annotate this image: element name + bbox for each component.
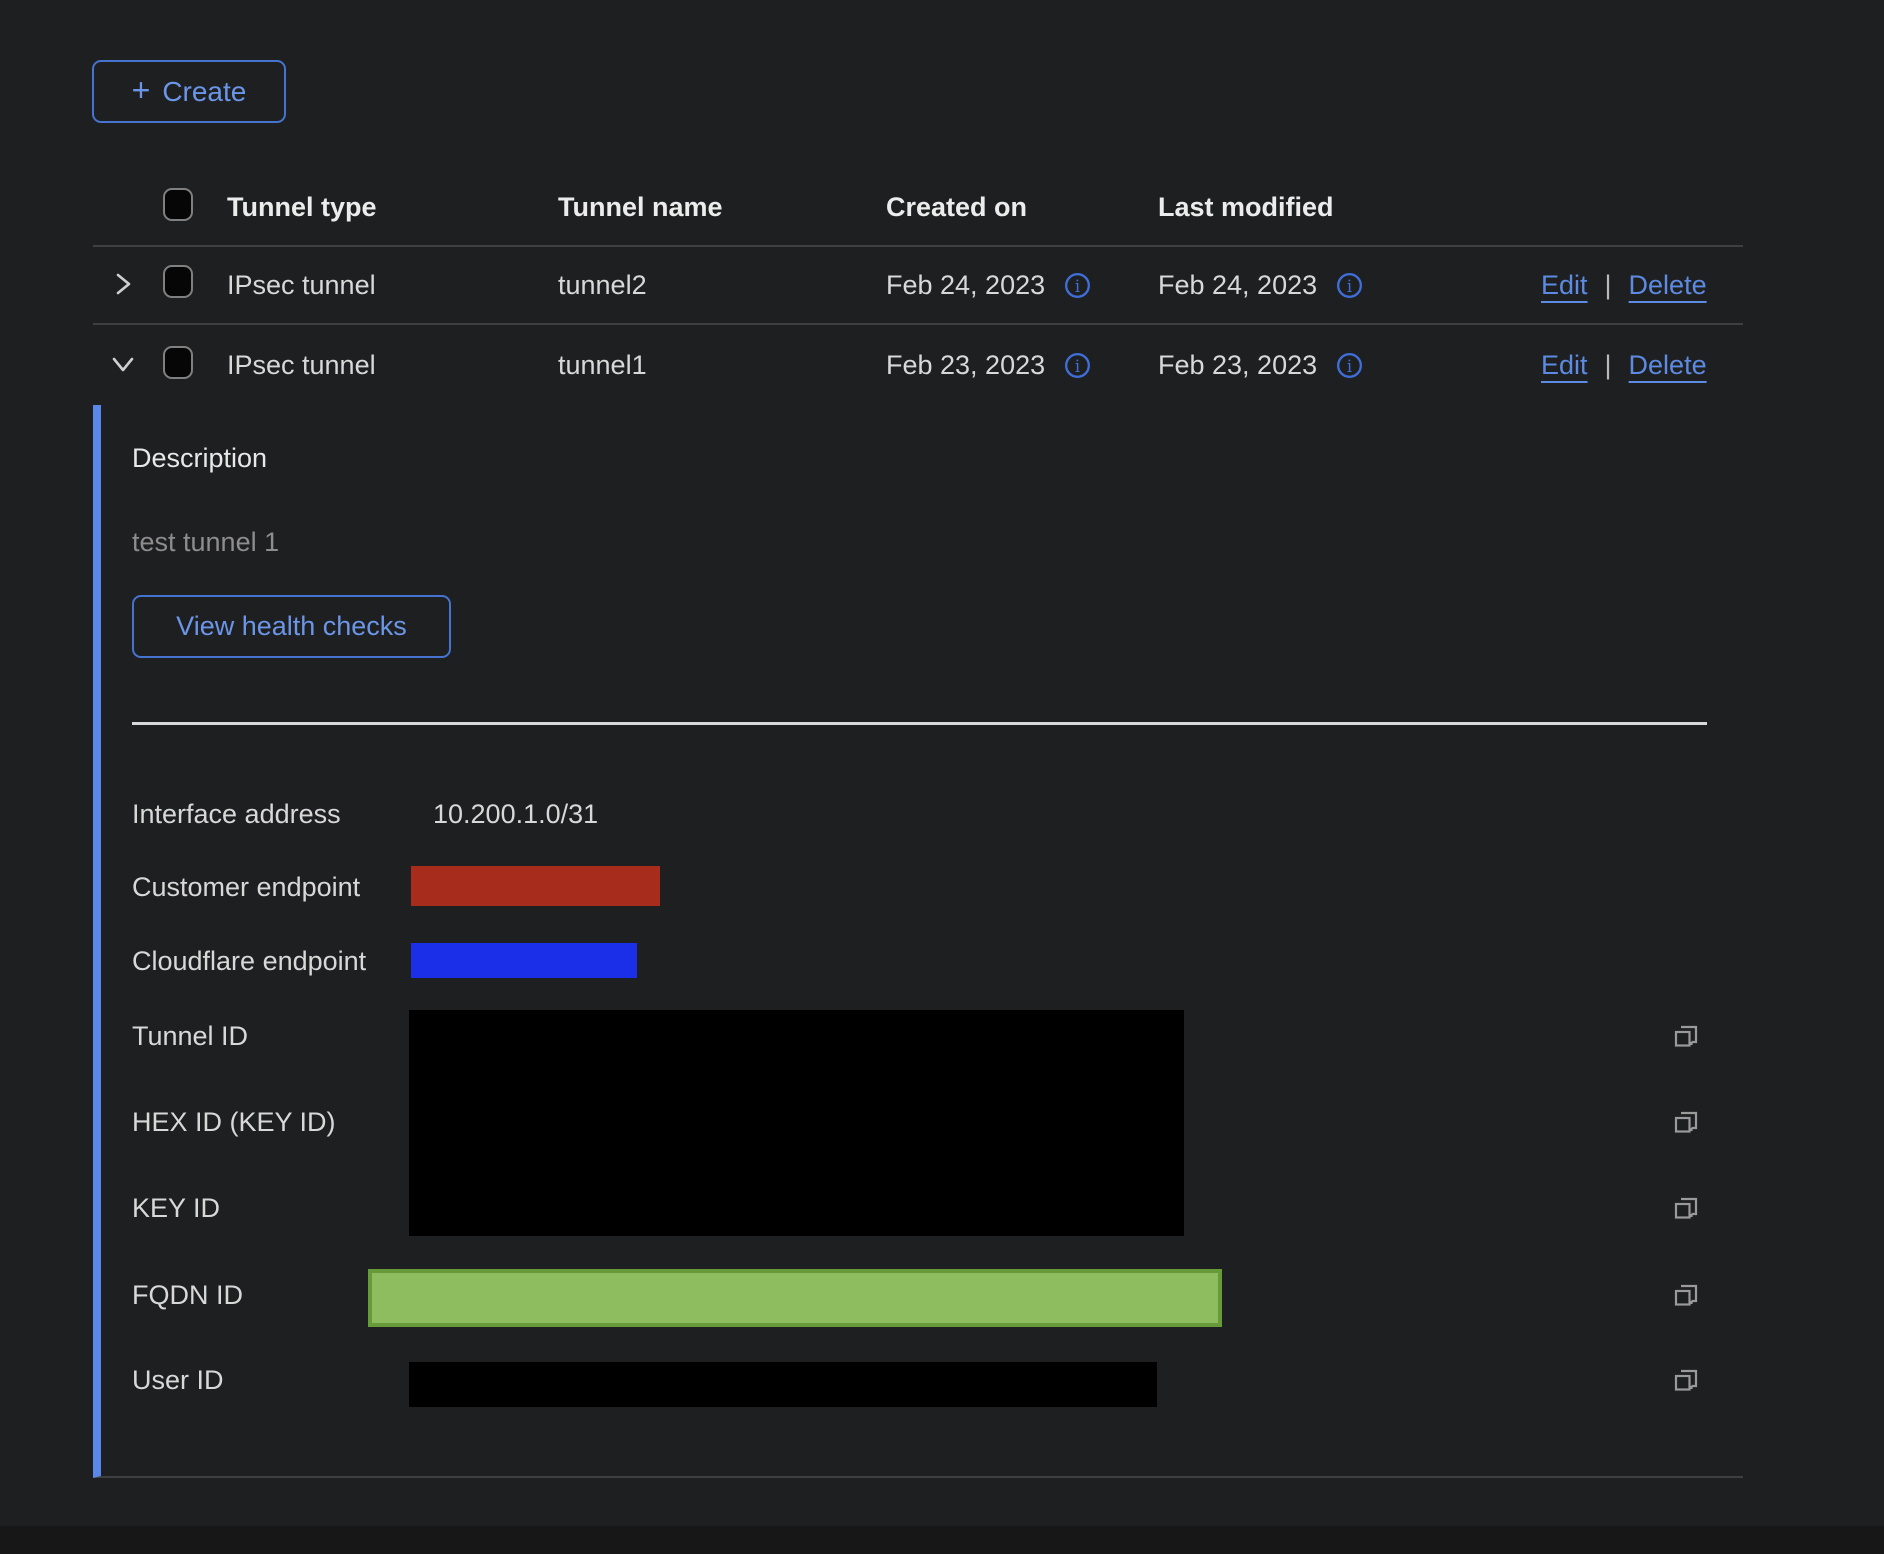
copy-icon	[1670, 1280, 1702, 1312]
select-all-checkbox[interactable]	[163, 188, 193, 221]
tunnel-name-cell: tunnel1	[558, 350, 886, 381]
delete-link-tunnel2[interactable]: Delete	[1629, 270, 1707, 301]
row-checkbox-tunnel1[interactable]	[163, 346, 193, 379]
row-checkbox-tunnel2[interactable]	[163, 265, 193, 298]
tunnel1-details-panel: Description test tunnel 1 View health ch…	[93, 405, 1743, 1478]
tunnel-type-cell: IPsec tunnel	[227, 350, 558, 381]
last-modified-info-button[interactable]: i	[1335, 351, 1364, 380]
copy-tunnel-id-button[interactable]	[1667, 1018, 1705, 1056]
chevron-down-icon	[109, 350, 137, 378]
user-id-label: User ID	[132, 1365, 224, 1396]
table-row-tunnel1: IPsec tunnel tunnel1 Feb 23, 2023 i Feb …	[93, 325, 1743, 406]
copy-user-id-button[interactable]	[1667, 1362, 1705, 1400]
cloudflare-endpoint-redacted-value	[411, 943, 637, 978]
tunnel-id-label: Tunnel ID	[132, 1021, 248, 1052]
copy-icon	[1670, 1365, 1702, 1397]
actions-separator: |	[1605, 270, 1612, 301]
delete-link-tunnel1[interactable]: Delete	[1629, 350, 1707, 381]
description-heading: Description	[132, 443, 267, 474]
copy-icon	[1670, 1021, 1702, 1053]
collapse-row-button[interactable]	[105, 346, 141, 382]
created-on-value: Feb 24, 2023	[886, 270, 1045, 301]
description-value: test tunnel 1	[132, 527, 279, 558]
hex-id-label: HEX ID (KEY ID)	[132, 1107, 336, 1138]
copy-hex-id-button[interactable]	[1667, 1104, 1705, 1142]
plus-icon: +	[132, 74, 151, 106]
info-icon: i	[1063, 271, 1092, 300]
tunnels-page: + Create Tunnel type Tunnel name Created…	[0, 0, 1884, 1554]
edit-link-tunnel1[interactable]: Edit	[1541, 350, 1588, 381]
customer-endpoint-label: Customer endpoint	[132, 872, 360, 903]
info-icon: i	[1335, 351, 1364, 380]
tunnel-type-cell: IPsec tunnel	[227, 270, 558, 301]
customer-endpoint-redacted-value	[411, 866, 660, 906]
svg-text:i: i	[1347, 357, 1352, 376]
edit-link-tunnel2[interactable]: Edit	[1541, 270, 1588, 301]
fqdn-id-redacted-value	[368, 1269, 1222, 1327]
column-header-last-modified: Last modified	[1158, 192, 1541, 223]
column-header-tunnel-type: Tunnel type	[227, 192, 558, 223]
copy-icon	[1670, 1193, 1702, 1225]
create-button[interactable]: + Create	[92, 60, 286, 123]
interface-address-label: Interface address	[132, 799, 341, 830]
tunnel-name-cell: tunnel2	[558, 270, 886, 301]
view-health-checks-button[interactable]: View health checks	[132, 595, 451, 658]
column-header-tunnel-name: Tunnel name	[558, 192, 886, 223]
key-id-label: KEY ID	[132, 1193, 220, 1224]
section-divider	[132, 722, 1707, 725]
column-header-created-on: Created on	[886, 192, 1158, 223]
last-modified-value: Feb 24, 2023	[1158, 270, 1317, 301]
svg-text:i: i	[1347, 276, 1352, 295]
created-on-info-button[interactable]: i	[1063, 351, 1092, 380]
expand-row-button[interactable]	[105, 266, 141, 302]
created-on-value: Feb 23, 2023	[886, 350, 1045, 381]
tunnels-table: Tunnel type Tunnel name Created on Last …	[93, 170, 1743, 406]
chevron-right-icon	[109, 270, 137, 298]
info-icon: i	[1063, 351, 1092, 380]
actions-separator: |	[1605, 350, 1612, 381]
header-checkbox-cell	[163, 188, 227, 228]
created-on-info-button[interactable]: i	[1063, 271, 1092, 300]
last-modified-info-button[interactable]: i	[1335, 271, 1364, 300]
interface-address-value: 10.200.1.0/31	[433, 799, 598, 830]
svg-text:i: i	[1075, 357, 1080, 376]
table-row-tunnel2: IPsec tunnel tunnel2 Feb 24, 2023 i Feb …	[93, 247, 1743, 325]
cloudflare-endpoint-label: Cloudflare endpoint	[132, 946, 366, 977]
svg-text:i: i	[1075, 276, 1080, 295]
last-modified-value: Feb 23, 2023	[1158, 350, 1317, 381]
create-button-label: Create	[162, 76, 246, 108]
info-icon: i	[1335, 271, 1364, 300]
copy-icon	[1670, 1107, 1702, 1139]
copy-fqdn-id-button[interactable]	[1667, 1277, 1705, 1315]
ids-redacted-value	[409, 1010, 1184, 1236]
bottom-strip	[0, 1526, 1884, 1554]
table-header-row: Tunnel type Tunnel name Created on Last …	[93, 170, 1743, 247]
copy-key-id-button[interactable]	[1667, 1190, 1705, 1228]
fqdn-id-label: FQDN ID	[132, 1280, 243, 1311]
user-id-redacted-value	[409, 1362, 1157, 1407]
